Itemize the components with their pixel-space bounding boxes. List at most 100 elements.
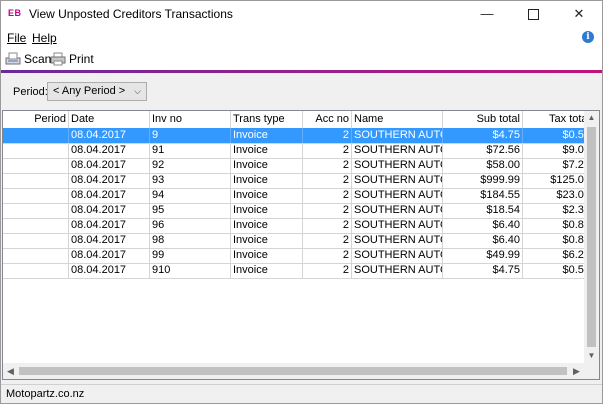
cell-acc-no: 2 — [303, 263, 352, 278]
close-button[interactable]: ✕ — [556, 1, 602, 27]
cell-inv-no: 98 — [150, 233, 231, 248]
cell-period — [3, 263, 69, 278]
cell-sub-total: $72.56 — [443, 143, 523, 158]
scroll-down-icon[interactable]: ▼ — [584, 349, 599, 363]
horizontal-scroll-thumb[interactable] — [19, 367, 567, 375]
column-header-inv-no[interactable]: Inv no — [150, 111, 231, 128]
printer-icon — [50, 52, 66, 66]
window-title: View Unposted Creditors Transactions — [29, 7, 233, 21]
cell-trans-type: Invoice — [231, 263, 303, 278]
column-header-trans-type[interactable]: Trans type — [231, 111, 303, 128]
scanner-icon — [5, 52, 21, 65]
column-header-date[interactable]: Date — [69, 111, 150, 128]
menu-help[interactable]: Help — [32, 31, 57, 45]
scroll-right-icon[interactable]: ▶ — [569, 363, 584, 379]
cell-period — [3, 143, 69, 158]
cell-trans-type: Invoice — [231, 218, 303, 233]
cell-date: 08.04.2017 — [69, 128, 150, 143]
status-bar: Motopartz.co.nz — [1, 384, 602, 403]
vertical-scrollbar[interactable]: ▲ ▼ — [584, 111, 599, 363]
column-header-acc-no[interactable]: Acc no — [303, 111, 352, 128]
column-header-period[interactable]: Period — [3, 111, 69, 128]
cell-period — [3, 203, 69, 218]
cell-acc-no: 2 — [303, 188, 352, 203]
cell-inv-no: 94 — [150, 188, 231, 203]
column-header-sub-total[interactable]: Sub total — [443, 111, 523, 128]
vertical-scroll-thumb[interactable] — [587, 127, 596, 347]
table-row[interactable]: 08.04.201791Invoice2SOUTHERN AUTOS...$72… — [3, 143, 584, 159]
table-row[interactable]: 08.04.2017910Invoice2SOUTHERN AUTOS...$4… — [3, 263, 584, 279]
cell-acc-no: 2 — [303, 158, 352, 173]
table-row[interactable]: 08.04.201798Invoice2SOUTHERN AUTOS...$6.… — [3, 233, 584, 249]
column-header-tax-total[interactable]: Tax total — [523, 111, 584, 128]
toolbar: Scan Print — [1, 48, 602, 70]
cell-date: 08.04.2017 — [69, 233, 150, 248]
print-button[interactable]: Print — [50, 51, 94, 67]
cell-inv-no: 96 — [150, 218, 231, 233]
cell-inv-no: 910 — [150, 263, 231, 278]
cell-name: SOUTHERN AUTOS... — [352, 158, 443, 173]
menu-help-label: Help — [32, 31, 57, 45]
cell-acc-no: 2 — [303, 173, 352, 188]
cell-tax-total: $6.25 — [523, 248, 584, 263]
table-row[interactable]: 08.04.201794Invoice2SOUTHERN AUTOS...$18… — [3, 188, 584, 204]
cell-name: SOUTHERN AUTOS... — [352, 143, 443, 158]
table-row[interactable]: 08.04.201793Invoice2SOUTHERN AUTOS...$99… — [3, 173, 584, 189]
scrollbar-corner — [584, 363, 599, 379]
cell-sub-total: $18.54 — [443, 203, 523, 218]
menu-file-label: File — [7, 31, 27, 45]
app-window: EB View Unposted Creditors Transactions … — [0, 0, 603, 404]
column-header-name[interactable]: Name — [352, 111, 443, 128]
cell-period — [3, 233, 69, 248]
cell-trans-type: Invoice — [231, 188, 303, 203]
horizontal-scrollbar[interactable]: ◀ ▶ — [3, 363, 584, 379]
cell-tax-total: $7.25 — [523, 158, 584, 173]
cell-trans-type: Invoice — [231, 143, 303, 158]
table-row[interactable]: 08.04.201792Invoice2SOUTHERN AUTOS...$58… — [3, 158, 584, 174]
minimize-button[interactable]: — — [464, 1, 510, 27]
cell-period — [3, 218, 69, 233]
cell-trans-type: Invoice — [231, 173, 303, 188]
cell-date: 08.04.2017 — [69, 158, 150, 173]
cell-date: 08.04.2017 — [69, 143, 150, 158]
cell-tax-total: $2.32 — [523, 203, 584, 218]
table-row[interactable]: 08.04.201799Invoice2SOUTHERN AUTOS...$49… — [3, 248, 584, 264]
table-row[interactable]: 08.04.20179Invoice2SOUTHERN AUTOS...$4.7… — [3, 128, 584, 144]
cell-sub-total: $999.99 — [443, 173, 523, 188]
menu-bar: File Help i — [1, 28, 602, 48]
info-icon[interactable]: i — [582, 31, 594, 43]
scan-button[interactable]: Scan — [5, 51, 51, 67]
cell-sub-total: $49.99 — [443, 248, 523, 263]
period-select-value: < Any Period > — [53, 85, 126, 97]
cell-tax-total: $0.80 — [523, 233, 584, 248]
cell-tax-total: $125.00 — [523, 173, 584, 188]
chevron-down-icon: ⌵ — [134, 86, 141, 96]
cell-trans-type: Invoice — [231, 128, 303, 143]
cell-inv-no: 99 — [150, 248, 231, 263]
cell-name: SOUTHERN AUTOS... — [352, 128, 443, 143]
grid-header: Period Date Inv no Trans type Acc no Nam… — [3, 111, 584, 129]
cell-sub-total: $58.00 — [443, 158, 523, 173]
cell-date: 08.04.2017 — [69, 218, 150, 233]
scroll-left-icon[interactable]: ◀ — [3, 363, 18, 379]
cell-date: 08.04.2017 — [69, 203, 150, 218]
table-row[interactable]: 08.04.201795Invoice2SOUTHERN AUTOS...$18… — [3, 203, 584, 219]
transactions-grid[interactable]: Period Date Inv no Trans type Acc no Nam… — [2, 110, 600, 380]
cell-period — [3, 158, 69, 173]
cell-sub-total: $4.75 — [443, 263, 523, 278]
cell-name: SOUTHERN AUTOS... — [352, 233, 443, 248]
cell-name: SOUTHERN AUTOS... — [352, 173, 443, 188]
menu-file[interactable]: File — [7, 31, 26, 45]
title-bar[interactable]: EB View Unposted Creditors Transactions … — [1, 1, 602, 28]
status-text: Motopartz.co.nz — [6, 388, 85, 400]
cell-period — [3, 173, 69, 188]
scroll-up-icon[interactable]: ▲ — [584, 111, 599, 125]
table-row[interactable]: 08.04.201796Invoice2SOUTHERN AUTOS...$6.… — [3, 218, 584, 234]
maximize-button[interactable] — [510, 1, 556, 27]
cell-inv-no: 95 — [150, 203, 231, 218]
cell-name: SOUTHERN AUTOS... — [352, 263, 443, 278]
cell-date: 08.04.2017 — [69, 263, 150, 278]
cell-date: 08.04.2017 — [69, 188, 150, 203]
cell-trans-type: Invoice — [231, 203, 303, 218]
period-select[interactable]: < Any Period > ⌵ — [47, 82, 147, 101]
